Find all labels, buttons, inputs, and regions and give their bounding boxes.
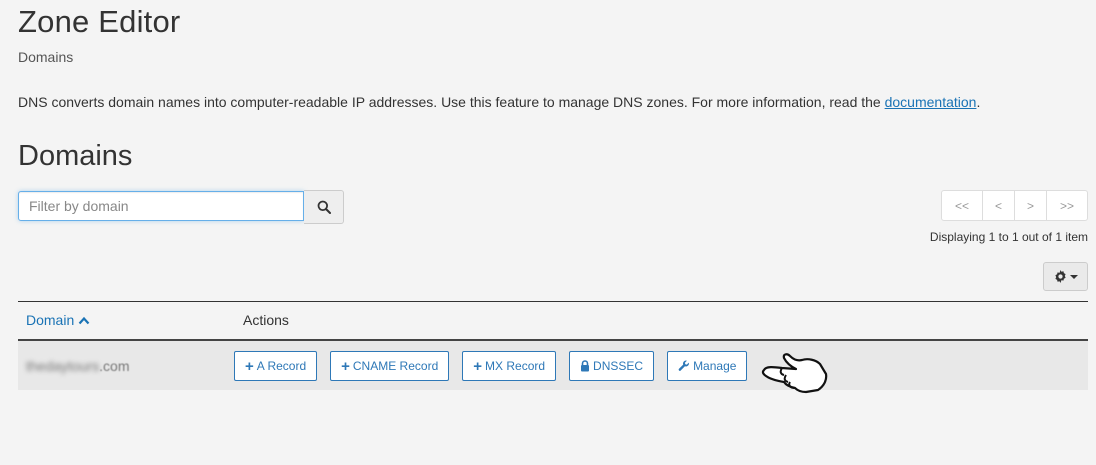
next-page-button[interactable]: >	[1014, 190, 1047, 221]
add-cname-record-button[interactable]: + CNAME Record	[330, 351, 450, 381]
row-actions: + A Record + CNAME Record + MX Record DN…	[234, 351, 748, 381]
page-description: DNS converts domain names into computer-…	[18, 94, 980, 110]
manage-label: Manage	[693, 359, 737, 373]
section-title: Domains	[18, 140, 133, 172]
domain-column-header[interactable]: Domain	[26, 312, 90, 328]
domains-table: Domain Actions thedaytours.com + A Recor…	[18, 301, 1088, 390]
search-input[interactable]	[18, 191, 304, 221]
search-icon	[317, 200, 331, 214]
dnssec-label: DNSSEC	[593, 359, 644, 373]
last-page-button[interactable]: >>	[1046, 190, 1088, 221]
domain-column-label: Domain	[26, 312, 75, 328]
pagination-status: Displaying 1 to 1 out of 1 item	[929, 230, 1088, 244]
plus-icon: +	[473, 357, 483, 375]
search-button[interactable]	[304, 190, 344, 224]
a-record-label: A Record	[256, 359, 307, 373]
cname-record-label: CNAME Record	[352, 359, 439, 373]
breadcrumb: Domains	[18, 49, 74, 65]
table-header: Domain Actions	[18, 302, 1088, 341]
chevron-down-icon	[1069, 274, 1078, 279]
wrench-icon	[678, 360, 689, 371]
manage-button[interactable]: Manage	[667, 351, 748, 381]
plus-icon: +	[341, 357, 350, 375]
documentation-link[interactable]: documentation	[885, 94, 977, 110]
gear-icon	[1054, 270, 1066, 283]
settings-dropdown-button[interactable]	[1043, 262, 1088, 291]
domain-suffix: .com	[99, 358, 130, 374]
description-text: DNS converts domain names into computer-…	[18, 94, 885, 110]
sort-up-icon	[78, 316, 90, 324]
mx-record-label: MX Record	[485, 359, 546, 373]
lock-icon	[581, 360, 590, 372]
add-a-record-button[interactable]: + A Record	[234, 351, 318, 381]
domain-name-blurred: thedaytours	[26, 358, 100, 374]
first-page-button[interactable]: <<	[941, 190, 983, 221]
table-row: thedaytours.com + A Record + CNAME Recor…	[18, 341, 1088, 390]
actions-column-header: Actions	[243, 312, 289, 328]
description-suffix: .	[976, 94, 981, 110]
dnssec-button[interactable]: DNSSEC	[569, 351, 655, 381]
plus-icon: +	[245, 357, 254, 375]
pointing-hand-icon	[761, 353, 828, 394]
domain-name: thedaytours.com	[26, 358, 130, 374]
prev-page-button[interactable]: <	[982, 190, 1015, 221]
search-group	[18, 190, 344, 224]
page-title: Zone Editor	[18, 4, 181, 39]
pagination: << < > >>	[941, 190, 1088, 221]
add-mx-record-button[interactable]: + MX Record	[462, 351, 557, 381]
